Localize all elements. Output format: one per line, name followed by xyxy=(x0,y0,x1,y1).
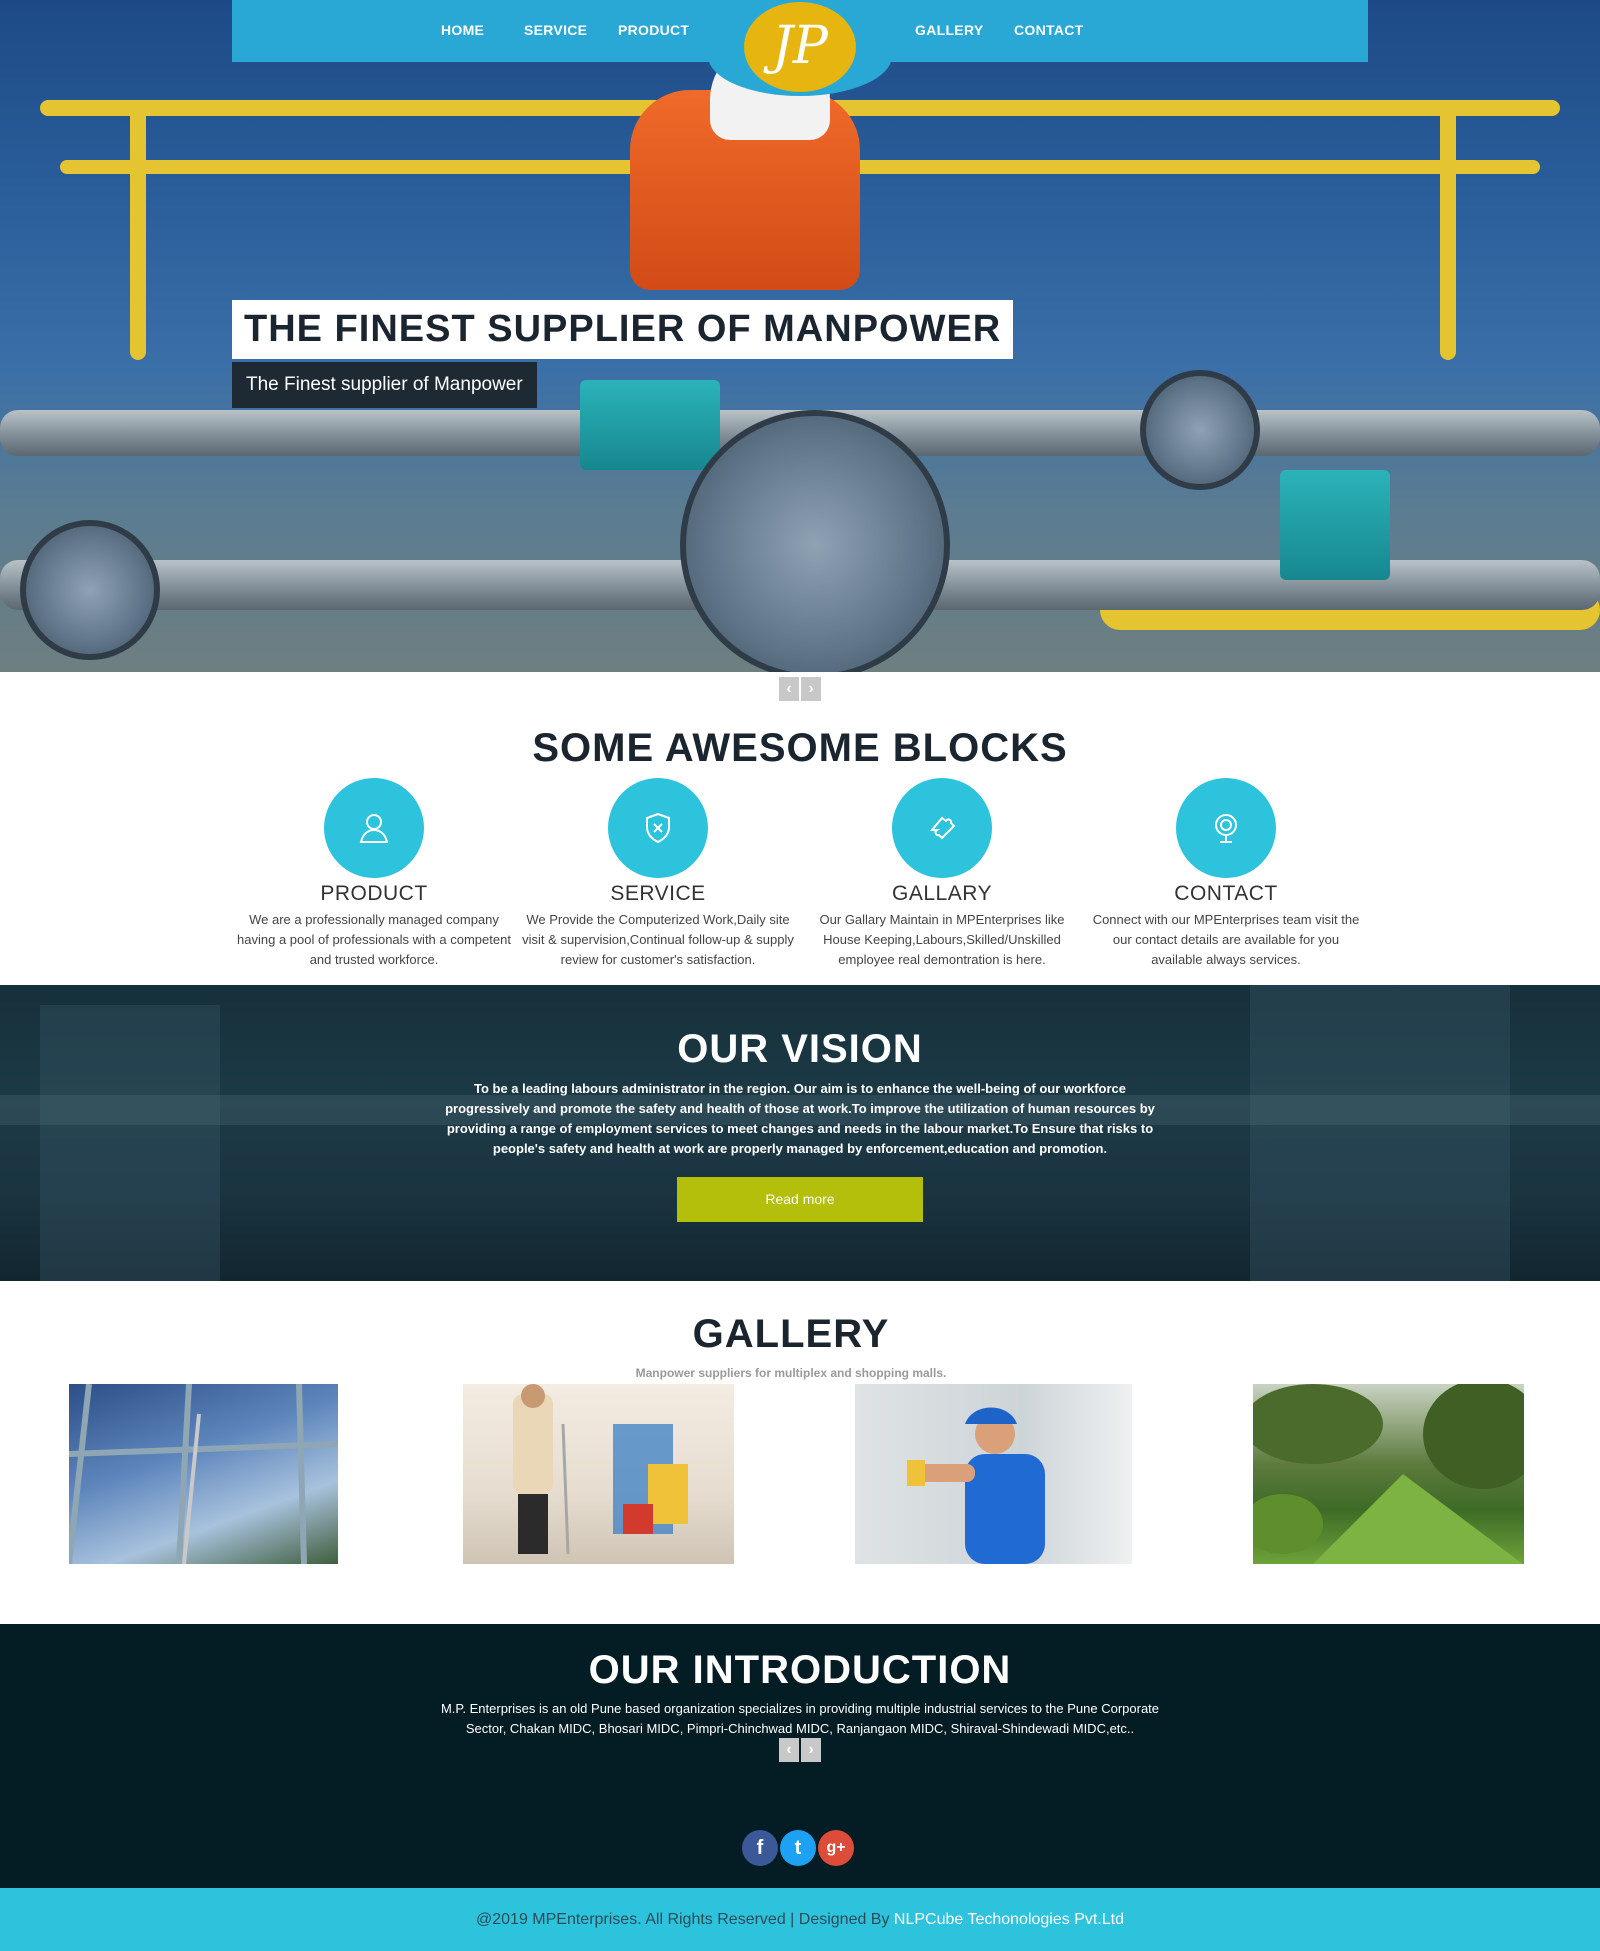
nav-home[interactable]: HOME xyxy=(441,22,484,38)
gallery-image-window-cleaning[interactable] xyxy=(69,1384,338,1564)
hero-rail xyxy=(1440,100,1456,360)
block-title: SERVICE xyxy=(610,882,706,905)
block-title: GALLARY xyxy=(892,882,992,905)
intro-slider-controls: ‹ › xyxy=(779,1738,821,1762)
nav-service[interactable]: SERVICE xyxy=(524,22,587,38)
gallery-title: GALLERY xyxy=(692,1312,890,1356)
block-service: SERVICE We Provide the Computerized Work… xyxy=(518,778,798,970)
hero-valve xyxy=(1280,470,1390,580)
nav-gallery[interactable]: GALLERY xyxy=(915,22,983,38)
puzzle-icon[interactable] xyxy=(892,778,992,878)
footer-copyright: @2019 MPEnterprises. All Rights Reserved… xyxy=(476,1911,894,1928)
gallery-subtitle: Manpower suppliers for multiplex and sho… xyxy=(635,1366,947,1380)
block-title: CONTACT xyxy=(1174,882,1278,905)
hero-title: THE FINEST SUPPLIER OF MANPOWER xyxy=(232,300,1014,359)
block-text: We Provide the Computerized Work,Daily s… xyxy=(522,912,794,967)
hero-flange xyxy=(680,410,950,672)
intro-title: OUR INTRODUCTION xyxy=(588,1648,1012,1692)
twitter-icon[interactable]: t xyxy=(780,1830,816,1866)
intro-text: M.P. Enterprises is an old Pune based or… xyxy=(440,1701,1160,1736)
block-text: We are a professionally managed company … xyxy=(237,912,511,967)
gallery-image-garden[interactable] xyxy=(1253,1384,1524,1564)
facebook-icon[interactable]: f xyxy=(742,1830,778,1866)
vision-section: OUR VISION To be a leading labours admin… xyxy=(0,985,1600,1281)
hero-valve xyxy=(580,380,720,470)
prev-arrow-icon[interactable]: ‹ xyxy=(779,677,799,701)
user-icon[interactable] xyxy=(324,778,424,878)
next-arrow-icon[interactable]: › xyxy=(801,1738,821,1762)
footer: @2019 MPEnterprises. All Rights Reserved… xyxy=(0,1888,1600,1951)
prev-arrow-icon[interactable]: ‹ xyxy=(779,1738,799,1762)
block-title: PRODUCT xyxy=(320,882,428,905)
next-arrow-icon[interactable]: › xyxy=(801,677,821,701)
vision-title: OUR VISION xyxy=(677,1027,923,1071)
block-contact: CONTACT Connect with our MPEnterprises t… xyxy=(1086,778,1366,970)
shield-icon[interactable] xyxy=(608,778,708,878)
hero-rail xyxy=(130,100,146,360)
vision-text: To be a leading labours administrator in… xyxy=(445,1081,1155,1156)
gallery-image-wall-cleaning[interactable] xyxy=(855,1384,1132,1564)
hero-subtitle: The Finest supplier of Manpower xyxy=(232,362,537,408)
block-text: Our Gallary Maintain in MPEnterprises li… xyxy=(819,912,1065,967)
nav-product[interactable]: PRODUCT xyxy=(618,22,689,38)
nav-contact[interactable]: CONTACT xyxy=(1014,22,1084,38)
block-text: Connect with our MPEnterprises team visi… xyxy=(1092,912,1360,967)
globe-icon[interactable] xyxy=(1176,778,1276,878)
read-more-button[interactable]: Read more xyxy=(677,1177,923,1222)
footer-designer-link[interactable]: NLPCube Techonologies Pvt.Ltd xyxy=(894,1911,1124,1928)
block-gallary: GALLARY Our Gallary Maintain in MPEnterp… xyxy=(802,778,1082,970)
site-logo[interactable]: JP xyxy=(744,2,856,92)
google-plus-icon[interactable]: g+ xyxy=(818,1830,854,1866)
block-product: PRODUCT We are a professionally managed … xyxy=(234,778,514,970)
hero-slider-controls: ‹ › xyxy=(779,677,821,701)
hero-flange xyxy=(20,520,160,660)
gallery-image-housekeeping[interactable] xyxy=(463,1384,734,1564)
hero-flange xyxy=(1140,370,1260,490)
blocks-title: SOME AWESOME BLOCKS xyxy=(532,726,1068,770)
